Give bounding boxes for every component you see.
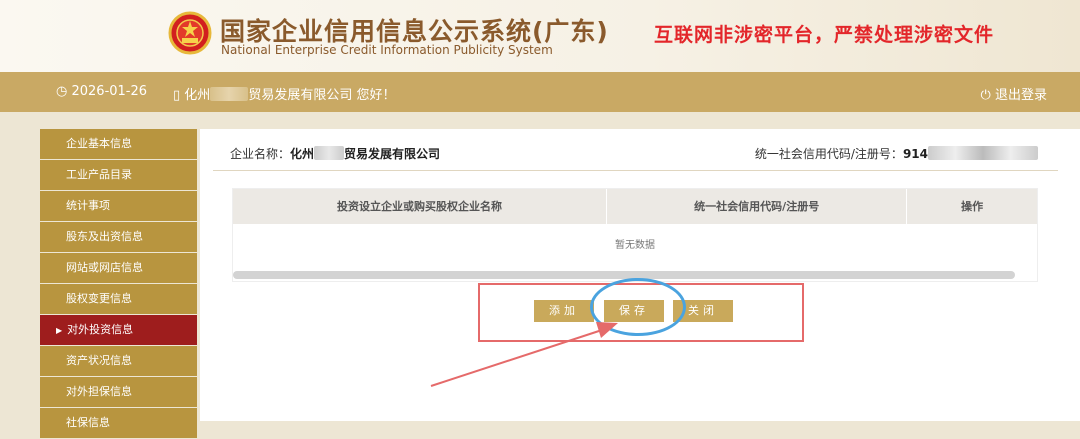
annotation-arrow: [430, 322, 618, 387]
